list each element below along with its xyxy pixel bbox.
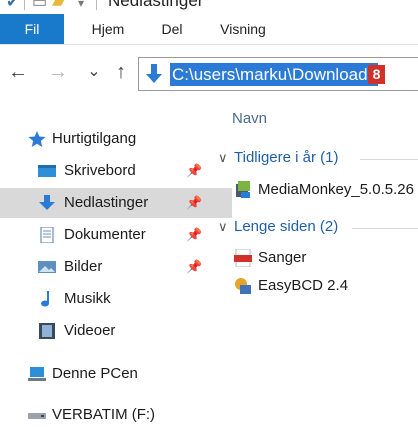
group-divider (352, 228, 418, 229)
sidebar-item-label: Musikk (64, 290, 111, 307)
star-icon (28, 131, 46, 147)
step-badge: 8 (368, 65, 385, 84)
tab-fil[interactable]: Fil (0, 14, 64, 44)
sidebar-item-drive[interactable]: VERBATIM (F:) (0, 400, 232, 430)
document-icon (40, 227, 54, 243)
music-note-icon (41, 291, 49, 307)
sidebar-item-musikk[interactable]: Musikk (0, 284, 232, 314)
usb-drive-icon (28, 413, 46, 419)
sidebar-item-videoer[interactable]: Videoer (0, 316, 232, 346)
sidebar-item-this-pc[interactable]: Denne PCen (0, 359, 232, 389)
title-separator (96, 0, 97, 10)
download-arrow-icon (39, 195, 55, 210)
group-header[interactable]: ∨ Lenge siden (2) (218, 218, 418, 235)
sidebar-item-label: VERBATIM (F:) (52, 406, 156, 423)
folder-icon: ▰ (52, 0, 65, 11)
app-icon (235, 278, 251, 294)
sidebar-item-label: Skrivebord (64, 162, 136, 179)
pin-icon[interactable]: 📌 (186, 252, 202, 282)
pin-icon[interactable]: 📌 (186, 220, 202, 250)
group-label: Lenge siden (2) (234, 218, 339, 235)
title-bar: ✔ ▭ ▰ ▾ Nedlastinger (0, 0, 418, 14)
forward-button[interactable]: → (44, 57, 72, 87)
window-title: Nedlastinger (108, 0, 204, 10)
group-header[interactable]: ∨ Tidligere i år (1) (218, 149, 418, 166)
sidebar-item-label: Dokumenter (64, 226, 146, 243)
file-list: Navn ∨ Tidligere i år (1) MediaMonkey_5.0… (218, 101, 418, 428)
group-label: Tidligere i år (1) (234, 149, 339, 166)
tab-hjem[interactable]: Hjem (82, 14, 134, 44)
title-separator (24, 0, 25, 10)
chevron-down-icon: ∨ (218, 219, 228, 234)
navigation-pane: Hurtigtilgang Skrivebord 📌 Nedlastinger … (0, 114, 232, 428)
chevron-down-icon: ∨ (218, 150, 228, 165)
pin-icon[interactable]: 📌 (186, 188, 202, 218)
file-name: MediaMonkey_5.0.5.26 (258, 181, 414, 198)
pictures-icon (38, 261, 56, 273)
pdf-icon (234, 249, 252, 267)
tab-visning[interactable]: Visning (208, 14, 278, 44)
sidebar-item-label: Bilder (64, 258, 103, 275)
customize-toolbar-icon[interactable]: ▾ (78, 0, 84, 10)
file-name: EasyBCD 2.4 (258, 277, 349, 294)
sidebar-item-dokumenter[interactable]: Dokumenter 📌 (0, 220, 232, 250)
back-button[interactable]: ← (4, 57, 32, 87)
quick-access-toolbar-icon[interactable]: ✔ (6, 0, 19, 12)
sidebar-item-label: Hurtigtilgang (52, 130, 137, 147)
group-divider (360, 159, 418, 160)
installer-icon (236, 181, 250, 198)
ribbon: Fil Hjem Del Visning (0, 14, 418, 45)
download-arrow-icon (146, 64, 162, 83)
sidebar-item-label: Videoer (64, 322, 116, 339)
recent-locations-button[interactable]: ⌄ (82, 57, 106, 87)
properties-icon[interactable]: ▭ (32, 0, 47, 12)
tab-del[interactable]: Del (150, 14, 194, 44)
address-path[interactable]: C:\users\marku\Downloads (170, 63, 379, 86)
computer-icon (28, 367, 46, 381)
sidebar-item-nedlastinger[interactable]: Nedlastinger 📌 (0, 188, 232, 218)
up-button[interactable]: ↑ (108, 57, 134, 87)
sidebar-item-label: Denne PCen (52, 365, 138, 382)
film-icon (39, 323, 55, 339)
sidebar-item-bilder[interactable]: Bilder 📌 (0, 252, 232, 282)
address-bar[interactable]: C:\users\marku\Downloads 8 (138, 57, 418, 91)
sidebar-item-skrivebord[interactable]: Skrivebord 📌 (0, 156, 232, 186)
sidebar-item-label: Nedlastinger (64, 194, 149, 211)
pin-icon[interactable]: 📌 (186, 156, 202, 186)
file-name: Sanger (258, 249, 307, 266)
desktop-icon (38, 165, 56, 177)
sidebar-item-quick-access[interactable]: Hurtigtilgang (0, 124, 232, 154)
column-header-name[interactable]: Navn (232, 110, 267, 127)
